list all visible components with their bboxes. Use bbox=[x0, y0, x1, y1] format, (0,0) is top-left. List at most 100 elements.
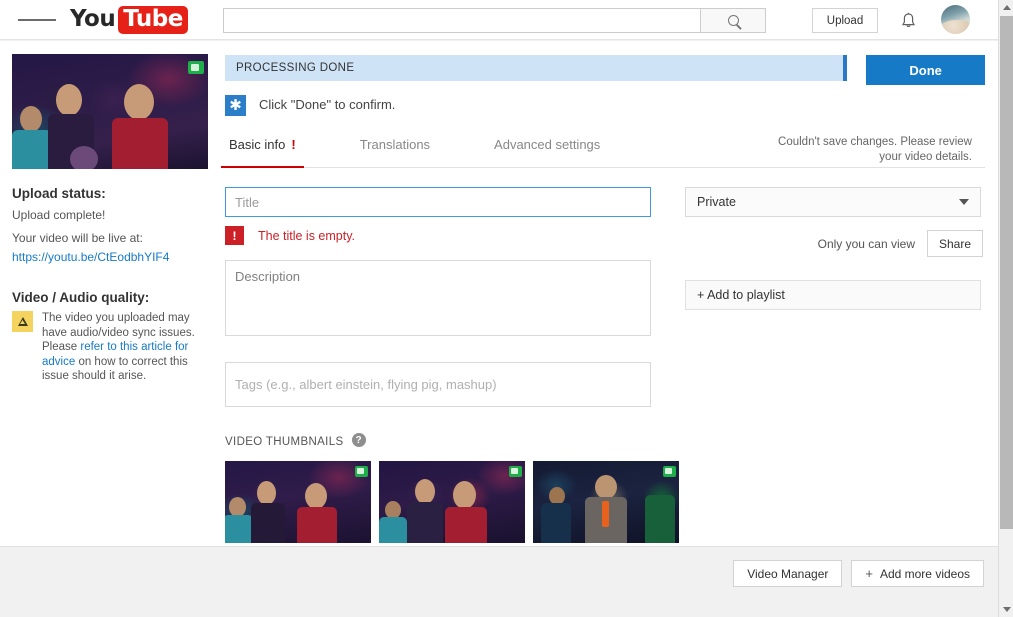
channel-watermark-icon bbox=[663, 466, 676, 477]
video-manager-label: Video Manager bbox=[747, 566, 829, 581]
video-url-link[interactable]: https://youtu.be/CtEodbhYIF4 bbox=[12, 250, 169, 264]
tab-basic-info-label: Basic info bbox=[229, 137, 286, 152]
content-area: Upload status: Upload complete! Your vid… bbox=[0, 41, 998, 546]
confirm-row: ✱ Click "Done" to confirm. bbox=[225, 95, 985, 116]
thumb-figure bbox=[602, 501, 609, 527]
thumb-figure bbox=[415, 479, 435, 504]
chevron-down-icon bbox=[959, 199, 969, 205]
hamburger-menu-icon[interactable] bbox=[18, 1, 57, 39]
title-error-row: ! The title is empty. bbox=[225, 226, 651, 245]
add-to-playlist-button[interactable]: + Add to playlist bbox=[685, 280, 981, 310]
thumbnail-option-2[interactable] bbox=[379, 461, 525, 543]
tab-advanced-settings[interactable]: Advanced settings bbox=[490, 137, 604, 167]
share-button[interactable]: Share bbox=[927, 230, 983, 257]
thumb-figure bbox=[645, 495, 675, 543]
avatar[interactable] bbox=[941, 5, 970, 34]
thumb-figure bbox=[257, 481, 276, 505]
triangle-glyph bbox=[17, 317, 28, 326]
title-input[interactable] bbox=[225, 187, 651, 217]
warning-triangle-icon bbox=[12, 311, 33, 332]
form-row: ! The title is empty. Private Only you c… bbox=[225, 187, 985, 407]
window-scrollbar[interactable] bbox=[998, 0, 1013, 617]
upload-status-text: Upload complete! bbox=[12, 208, 106, 222]
tab-advanced-settings-label: Advanced settings bbox=[494, 137, 601, 152]
thumb-figure bbox=[541, 503, 571, 543]
thumb-figure bbox=[297, 507, 337, 543]
tab-translations[interactable]: Translations bbox=[356, 137, 434, 167]
thumb-figure bbox=[595, 475, 617, 499]
upload-button[interactable]: Upload bbox=[812, 8, 878, 33]
processing-banner: PROCESSING DONE bbox=[225, 55, 848, 81]
privacy-select[interactable]: Private bbox=[685, 187, 981, 217]
upload-main: PROCESSING DONE Done ✱ Click "Done" to c… bbox=[221, 41, 985, 543]
scrollbar-thumb[interactable] bbox=[1000, 16, 1013, 529]
description-input[interactable] bbox=[225, 260, 651, 336]
thumb-figure bbox=[251, 503, 285, 543]
thumb-figure bbox=[225, 515, 253, 543]
thumb-figure bbox=[305, 483, 327, 509]
processing-banner-row: PROCESSING DONE Done bbox=[225, 41, 985, 85]
error-badge-icon: ! bbox=[225, 226, 244, 245]
thumbnail-option-1[interactable] bbox=[225, 461, 371, 543]
star-glyph: ✱ bbox=[229, 96, 242, 114]
tab-warning-icon: ! bbox=[291, 137, 296, 152]
quality-message: The video you uploaded may have audio/vi… bbox=[42, 311, 200, 384]
live-at-label: Your video will be live at: bbox=[12, 231, 143, 245]
masthead: You Tube Upload bbox=[0, 0, 998, 40]
search-input[interactable] bbox=[223, 8, 700, 33]
done-button[interactable]: Done bbox=[866, 55, 985, 85]
arrow-up-glyph bbox=[1002, 5, 1011, 10]
menu-bar bbox=[43, 18, 57, 21]
search-icon bbox=[727, 15, 739, 26]
star-icon: ✱ bbox=[225, 95, 246, 116]
tags-input[interactable] bbox=[225, 362, 651, 407]
search-button[interactable] bbox=[700, 8, 766, 33]
privacy-select-value: Private bbox=[697, 195, 736, 209]
channel-watermark-icon bbox=[188, 61, 204, 74]
form-left-column: ! The title is empty. bbox=[225, 187, 651, 407]
thumb-figure bbox=[445, 507, 487, 543]
help-icon[interactable]: ? bbox=[351, 433, 366, 447]
preview-figure bbox=[56, 84, 82, 116]
notifications-bell-icon[interactable] bbox=[895, 8, 921, 34]
preview-figure bbox=[124, 84, 154, 120]
logo-you-text: You bbox=[70, 6, 116, 32]
scroll-down-arrow-icon[interactable] bbox=[999, 602, 1013, 617]
menu-bar bbox=[30, 18, 44, 21]
progress-end-marker bbox=[843, 55, 848, 81]
confirm-text: Click "Done" to confirm. bbox=[259, 97, 396, 112]
logo-tube-text: Tube bbox=[118, 5, 188, 34]
privacy-note: Only you can view bbox=[817, 236, 915, 251]
thumbnails-label: VIDEO THUMBNAILS bbox=[225, 436, 344, 448]
tab-translations-label: Translations bbox=[359, 137, 431, 152]
add-more-videos-label: Add more videos bbox=[879, 566, 970, 581]
processing-banner-label: PROCESSING DONE bbox=[236, 62, 355, 74]
save-error-message: Couldn't save changes. Please review you… bbox=[778, 136, 972, 163]
thumbnail-option-3[interactable] bbox=[533, 461, 679, 543]
youtube-logo[interactable]: You Tube bbox=[70, 5, 188, 34]
form-right-column: Private Only you can view Share + Add to… bbox=[685, 187, 983, 407]
plus-icon: + bbox=[865, 566, 873, 581]
preview-figure bbox=[70, 146, 98, 169]
channel-watermark-icon bbox=[355, 466, 368, 477]
add-more-videos-button[interactable]: + Add more videos bbox=[851, 560, 984, 587]
thumbnails-row bbox=[225, 461, 985, 543]
arrow-down-glyph bbox=[1002, 607, 1011, 612]
bell-glyph bbox=[901, 12, 915, 28]
thumb-figure bbox=[379, 517, 407, 543]
thumb-figure bbox=[229, 497, 246, 517]
tab-basic-info[interactable]: Basic info ! bbox=[221, 137, 304, 168]
footer-bar: Video Manager + Add more videos bbox=[0, 546, 998, 617]
page-root: You Tube Upload Upload status: Upload co… bbox=[0, 0, 1013, 617]
search-bar bbox=[223, 8, 766, 33]
video-manager-button[interactable]: Video Manager bbox=[733, 560, 843, 587]
preview-figure bbox=[12, 130, 52, 169]
quality-heading: Video / Audio quality: bbox=[12, 290, 150, 305]
quality-warning: The video you uploaded may have audio/vi… bbox=[12, 311, 200, 384]
preview-figure bbox=[112, 118, 168, 169]
title-error-text: The title is empty. bbox=[258, 228, 356, 243]
channel-watermark-icon bbox=[509, 466, 522, 477]
share-row: Only you can view Share bbox=[685, 230, 983, 257]
menu-bar bbox=[18, 18, 31, 21]
scroll-up-arrow-icon[interactable] bbox=[999, 0, 1013, 15]
